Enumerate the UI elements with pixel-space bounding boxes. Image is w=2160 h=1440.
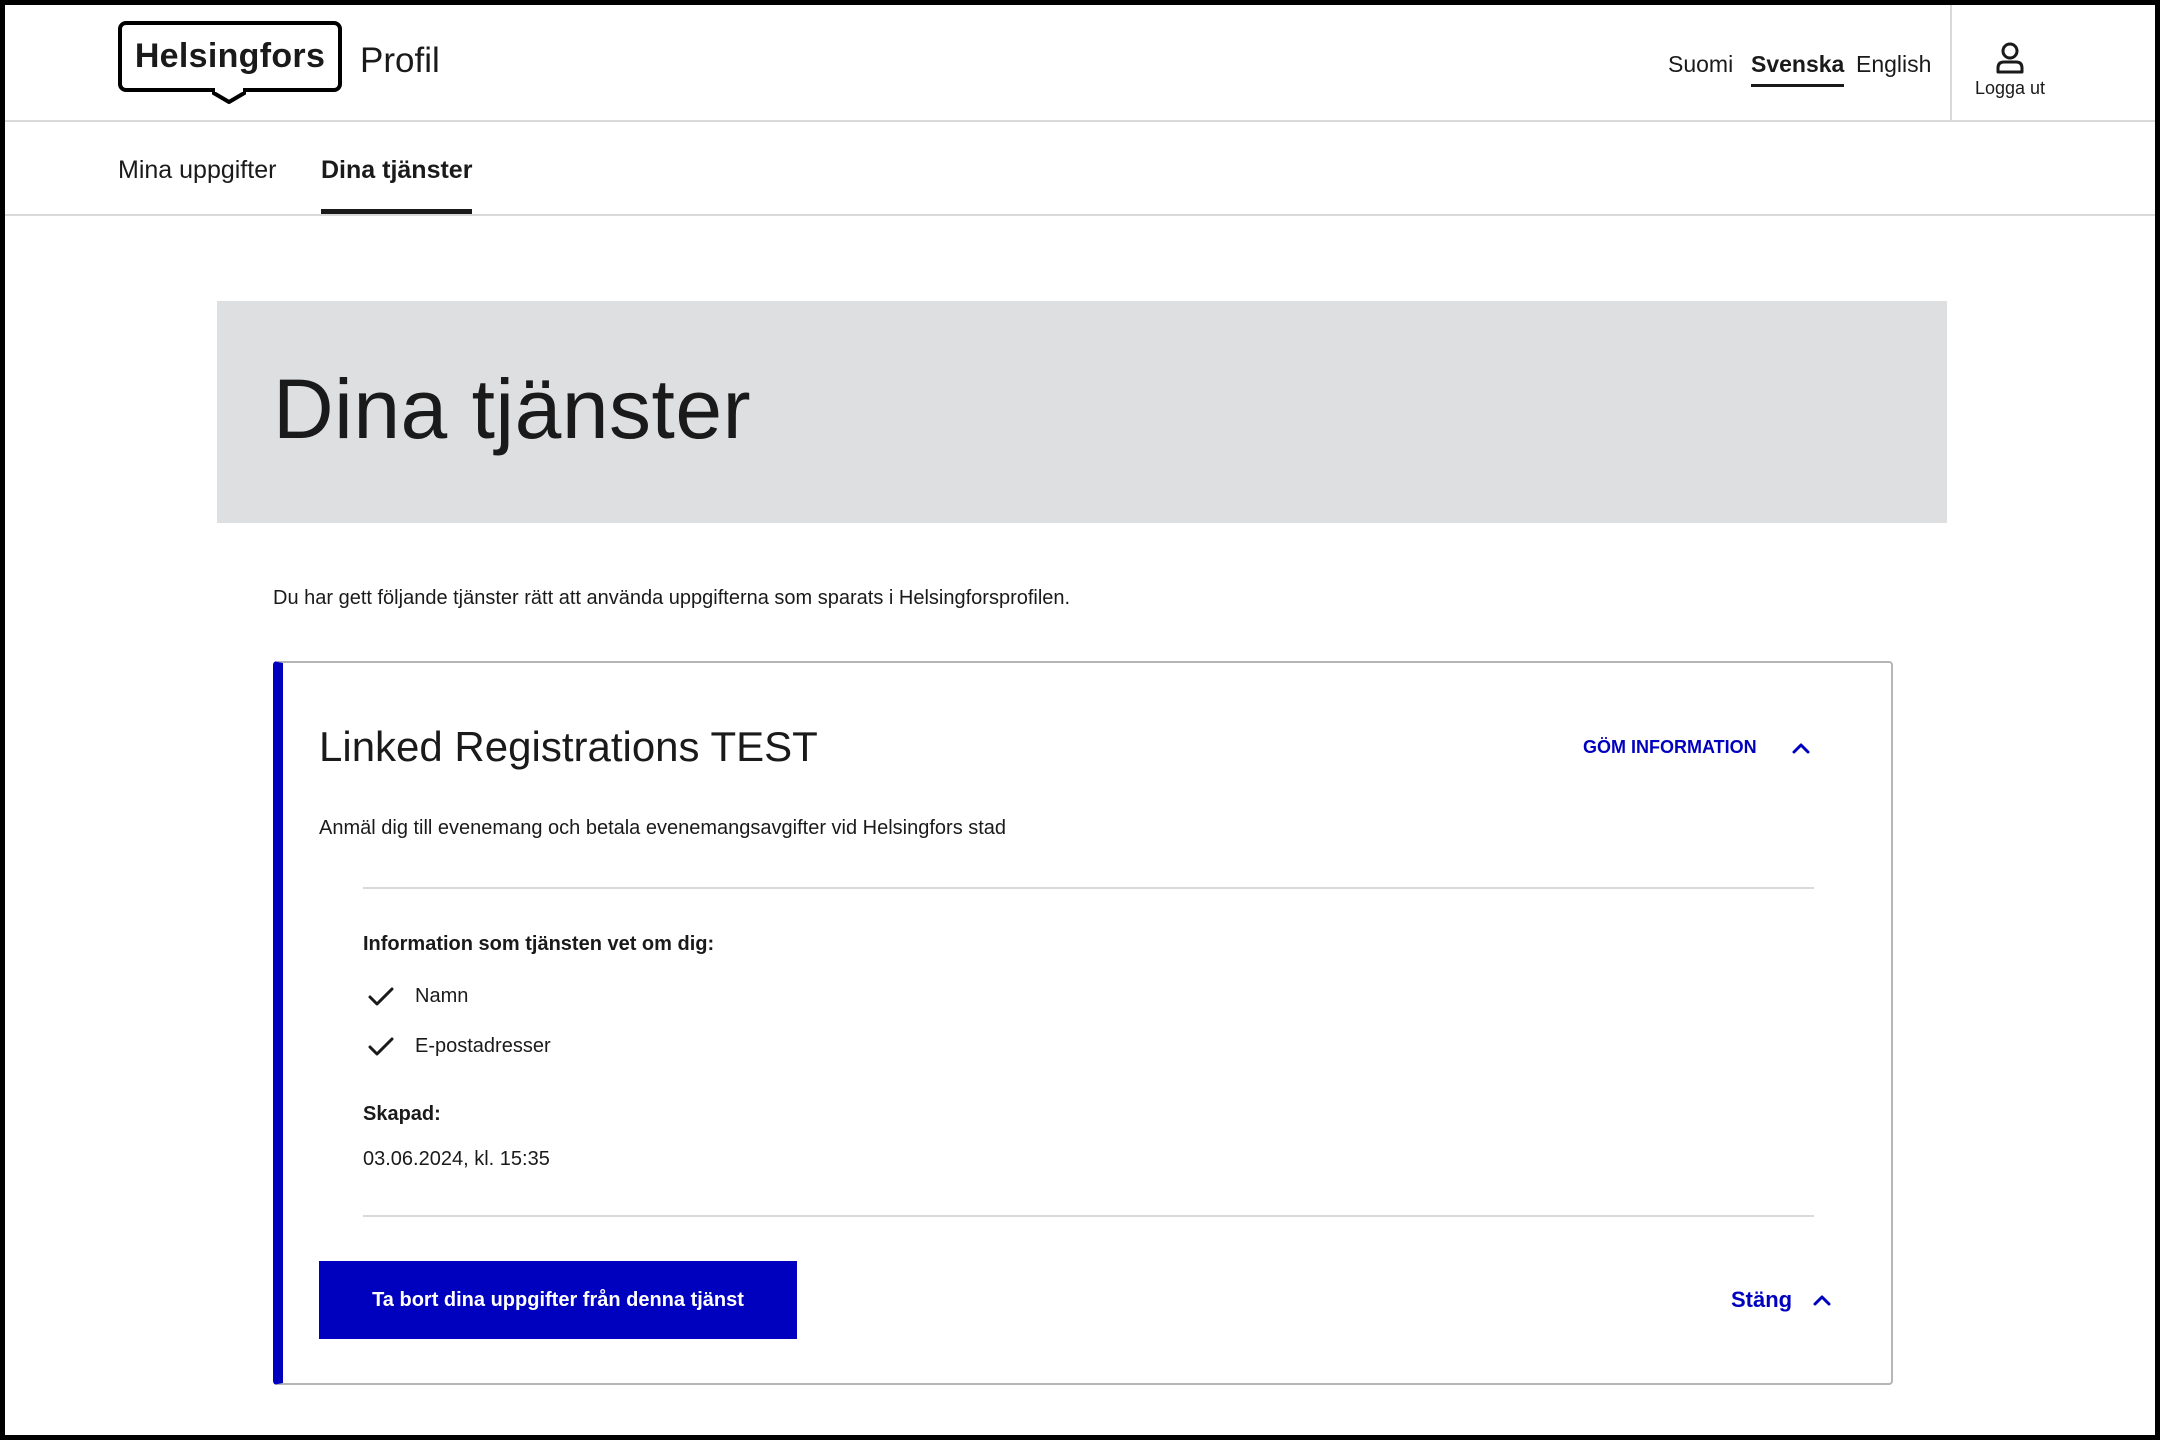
page-frame: Helsingfors Profil Suomi Svenska English…: [0, 0, 2160, 1440]
site-header: Helsingfors Profil Suomi Svenska English…: [5, 5, 2155, 122]
language-link-svenska[interactable]: Svenska: [1751, 51, 1845, 87]
header-divider: [1950, 5, 1952, 121]
close-button[interactable]: Stäng: [1731, 1287, 1832, 1313]
section-divider: [363, 887, 1814, 889]
logo-speech-tail-icon: [212, 84, 246, 104]
chevron-up-icon: [1792, 743, 1810, 753]
language-link-suomi[interactable]: Suomi: [1668, 51, 1733, 78]
section-divider: [363, 1215, 1814, 1217]
language-link-english[interactable]: English: [1856, 51, 1931, 78]
permission-item: Namn: [367, 985, 468, 1008]
check-icon: [368, 1037, 394, 1055]
page-hero: Dina tjänster: [217, 301, 1947, 523]
permission-label: E-postadresser: [415, 1035, 551, 1057]
service-card: Linked Registrations TEST GÖM INFORMATIO…: [273, 661, 1893, 1385]
delete-data-button[interactable]: Ta bort dina uppgifter från denna tjänst: [319, 1261, 797, 1339]
helsingfors-logo[interactable]: Helsingfors: [118, 21, 344, 104]
logo-text: Helsingfors: [134, 37, 326, 75]
logout-button[interactable]: Logga ut: [1955, 35, 2065, 105]
created-date: 03.06.2024, kl. 15:35: [363, 1148, 550, 1170]
hide-information-toggle[interactable]: GÖM INFORMATION: [1583, 737, 1811, 758]
permission-label: Namn: [415, 985, 469, 1007]
created-label: Skapad:: [363, 1103, 441, 1125]
service-description: Anmäl dig till evenemang och betala even…: [319, 817, 1007, 839]
tab-navigation: Mina uppgifter Dina tjänster: [5, 124, 2155, 216]
user-icon: [1996, 42, 2024, 73]
permission-item: E-postadresser: [367, 1035, 551, 1058]
chevron-up-icon: [1813, 1295, 1831, 1306]
service-name: Linked Registrations TEST: [319, 723, 818, 770]
check-icon: [368, 987, 394, 1005]
intro-text: Du har gett följande tjänster rätt att a…: [273, 587, 1071, 609]
tab-mina-uppgifter[interactable]: Mina uppgifter: [118, 156, 276, 214]
info-heading: Information som tjänsten vet om dig:: [363, 933, 715, 955]
hide-information-label: GÖM INFORMATION: [1583, 737, 1757, 757]
tab-dina-tjanster[interactable]: Dina tjänster: [321, 156, 473, 214]
page-title: Dina tjänster: [273, 362, 752, 456]
close-label: Stäng: [1731, 1287, 1793, 1312]
app-title: Profil: [360, 41, 440, 80]
logout-label: Logga ut: [1974, 77, 2046, 98]
